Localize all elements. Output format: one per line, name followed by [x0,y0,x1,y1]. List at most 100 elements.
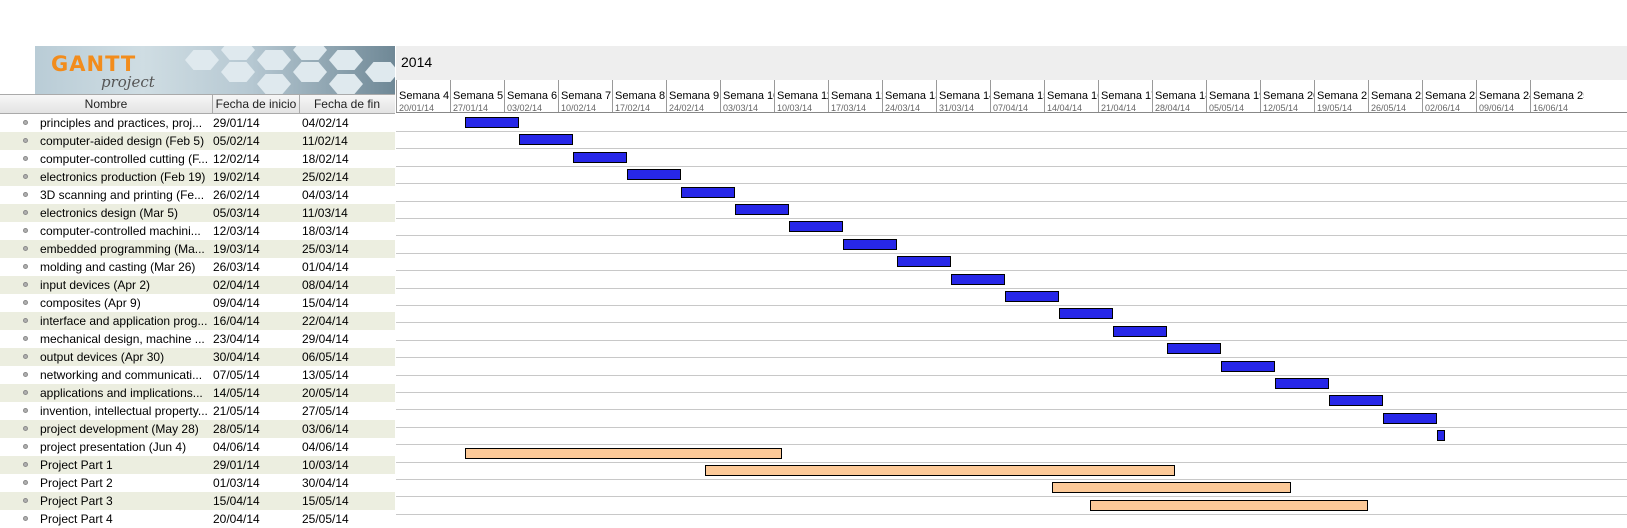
task-table-header: Nombre Fecha de inicio Fecha de fin [0,94,395,114]
table-row[interactable]: Project Part 2 01/03/14 30/04/14 [0,474,395,492]
task-bullet-icon [23,300,28,305]
timeline-week: Semana 11 10/03/14 [774,80,828,112]
week-label: Semana 15 [993,90,1044,102]
task-bar[interactable] [681,186,736,198]
project-part-bar[interactable] [1090,499,1368,511]
table-row[interactable]: output devices (Apr 30) 30/04/14 06/05/14 [0,348,395,366]
task-bar[interactable] [843,238,898,250]
week-date: 28/04/14 [1155,103,1191,112]
task-bar[interactable] [573,151,628,163]
gantt-row [396,184,1627,202]
table-row[interactable]: electronics design (Mar 5) 05/03/14 11/03/… [0,204,395,222]
table-row[interactable]: principles and practices, proj... 29/01/1… [0,114,395,132]
task-bar[interactable] [1059,308,1114,320]
task-name: molding and casting (Mar 26) [40,260,196,274]
task-bar[interactable] [1329,395,1384,407]
table-row[interactable]: computer-controlled cutting (F... 12/02/1… [0,150,395,168]
table-row[interactable]: computer-aided design (Feb 5) 05/02/14 11/… [0,132,395,150]
week-date: 20/01/14 [399,103,435,112]
table-row[interactable]: computer-controlled machini... 12/03/14 18… [0,222,395,240]
task-bar[interactable] [1437,430,1446,442]
table-row[interactable]: applications and implications... 14/05/14… [0,384,395,402]
gantt-row [396,166,1627,185]
column-header-name[interactable]: Nombre [0,95,213,113]
task-bar[interactable] [1383,412,1438,424]
table-row[interactable]: mechanical design, machine ... 23/04/14 29… [0,330,395,348]
week-label: Semana 18 [1155,90,1206,102]
timeline-week: Semana 8 17/02/14 [612,80,666,112]
week-label: Semana 13 [885,90,936,102]
task-bar[interactable] [1005,291,1060,302]
table-row[interactable]: embedded programming (Ma... 19/03/14 25/03… [0,240,395,258]
timeline-week: Semana 14 31/03/14 [936,80,990,112]
week-label: Semana 23 [1425,90,1476,102]
timeline-week: Semana 5 27/01/14 [450,80,504,112]
table-row[interactable]: input devices (Apr 2) 02/04/14 08/04/14 [0,276,395,294]
task-name: Project Part 3 [40,494,113,508]
table-row[interactable]: interface and application prog... 16/04/1… [0,312,395,330]
gantt-row [396,201,1627,219]
task-bullet-icon [23,246,28,251]
table-row[interactable]: Project Part 4 20/04/14 25/05/14 [0,510,395,528]
task-bullet-icon [23,480,28,485]
task-name: project development (May 28) [40,422,199,436]
table-row[interactable]: molding and casting (Mar 26) 26/03/14 01/0… [0,258,395,276]
task-name: computer-controlled machini... [40,224,201,238]
task-start-date: 29/01/14 [213,458,260,472]
week-date: 17/03/14 [831,103,867,112]
week-label: Semana 7 [561,90,612,102]
task-bullet-icon [23,120,28,125]
week-label: Semana 25 [1533,90,1584,102]
task-start-date: 26/02/14 [213,188,260,202]
task-start-date: 16/04/14 [213,314,260,328]
table-row[interactable]: networking and communicati... 07/05/14 13/… [0,366,395,384]
task-bar[interactable] [735,204,790,215]
gantt-chart-area[interactable] [396,114,1627,528]
table-row[interactable]: project presentation (Jun 4) 04/06/14 04/0… [0,438,395,456]
table-row[interactable]: Project Part 1 29/01/14 10/03/14 [0,456,395,474]
table-row[interactable]: Project Part 3 15/04/14 15/05/14 [0,492,395,510]
task-end-date: 22/04/14 [302,314,349,328]
task-bar[interactable] [519,134,574,146]
task-start-date: 04/06/14 [213,440,260,454]
table-row[interactable]: electronics production (Feb 19) 19/02/14 2… [0,168,395,186]
project-part-bar[interactable] [465,447,782,459]
task-name: output devices (Apr 30) [40,350,165,364]
task-start-date: 19/02/14 [213,170,260,184]
task-name: Project Part 1 [40,458,113,472]
table-row[interactable]: project development (May 28) 28/05/14 03/0… [0,420,395,438]
task-bullet-icon [23,390,28,395]
timeline-week-scale: Semana 4 20/01/14 Semana 5 27/01/14 Semana 6… [396,80,1627,113]
project-part-bar[interactable] [1051,482,1291,494]
task-start-date: 19/03/14 [213,242,260,256]
table-row[interactable]: invention, intellectual property... 21/05… [0,402,395,420]
task-bullet-icon [23,210,28,215]
week-label: Semana 6 [507,90,558,102]
task-bar[interactable] [897,256,952,268]
task-bar[interactable] [1275,378,1330,389]
week-date: 31/03/14 [939,103,975,112]
task-start-date: 05/03/14 [213,206,260,220]
column-header-start-date[interactable]: Fecha de inicio [213,95,300,113]
task-bar[interactable] [789,221,844,233]
task-name: principles and practices, proj... [40,116,203,130]
task-end-date: 04/06/14 [302,440,349,454]
task-bar[interactable] [627,169,682,181]
project-part-bar[interactable] [704,465,1176,476]
table-row[interactable]: 3D scanning and printing (Fe... 26/02/14 0… [0,186,395,204]
task-start-date: 29/01/14 [213,116,260,130]
task-bar[interactable] [1167,343,1222,355]
column-header-end-date[interactable]: Fecha de fin [300,95,394,113]
timeline-week: Semana 24 09/06/14 [1476,80,1530,112]
gantt-row [396,358,1627,376]
task-bar[interactable] [465,117,520,128]
table-row[interactable]: composites (Apr 9) 09/04/14 15/04/14 [0,294,395,312]
task-bar[interactable] [1113,325,1168,337]
task-name: input devices (Apr 2) [40,278,151,292]
task-bullet-icon [23,192,28,197]
task-bar[interactable] [951,273,1006,285]
week-label: Semana 8 [615,90,666,102]
task-bar[interactable] [1221,360,1276,372]
task-bullet-icon [23,156,28,161]
task-end-date: 25/03/14 [302,242,349,256]
